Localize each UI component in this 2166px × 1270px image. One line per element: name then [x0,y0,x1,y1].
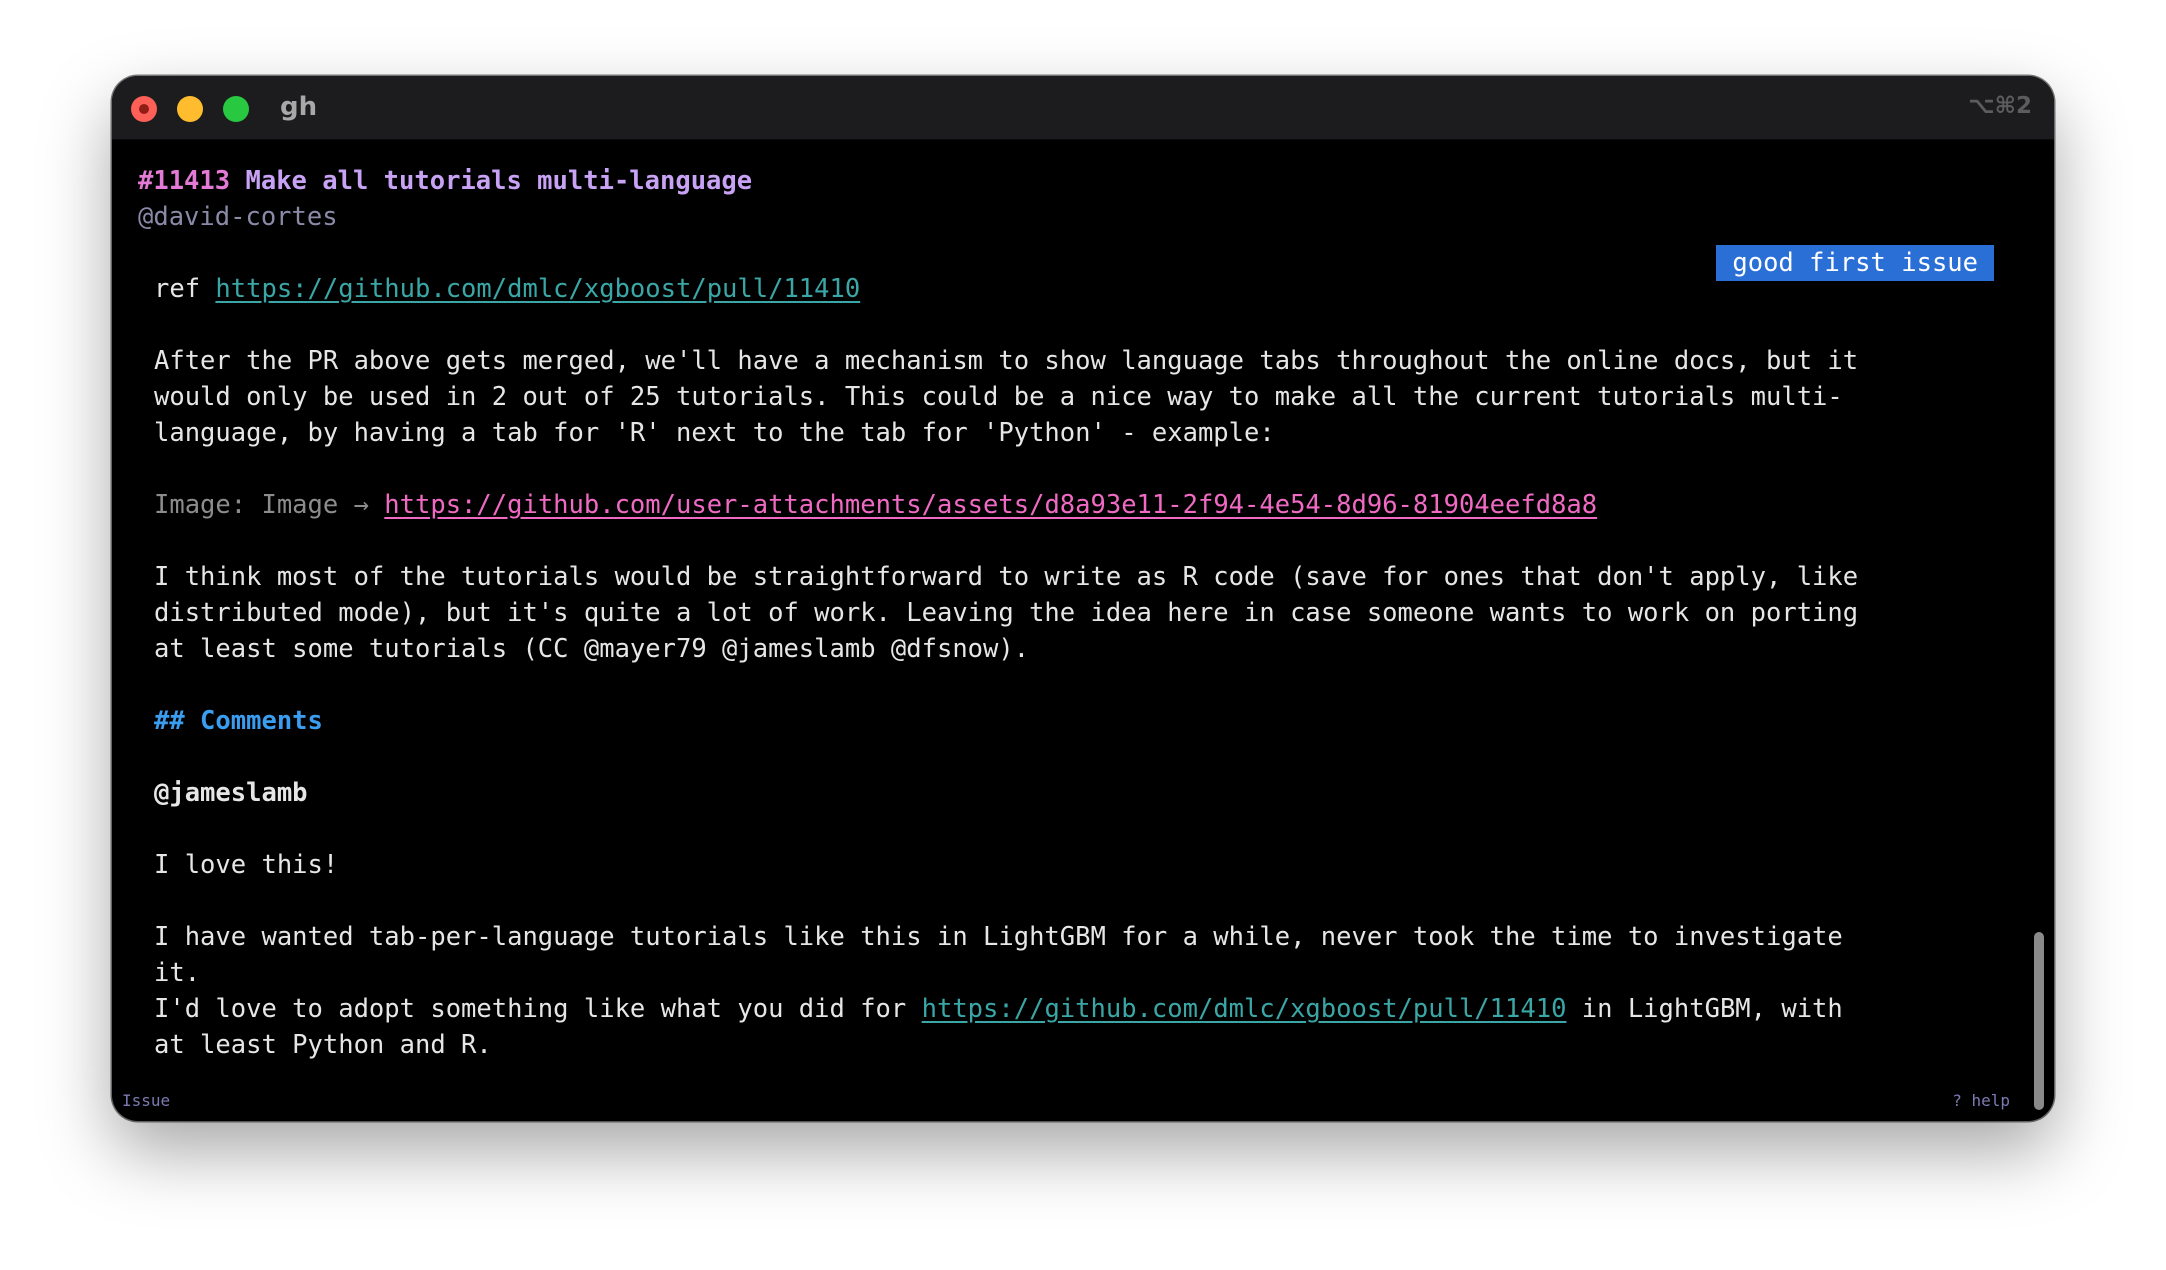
body-paragraph-1-line-2: would only be used in 2 out of 25 tutori… [154,382,1843,412]
comment-author[interactable]: @jameslamb [154,775,308,811]
title-bar: gh ⌥⌘2 [112,76,2054,140]
comment-link[interactable]: https://github.com/dmlc/xgboost/pull/114… [922,994,1567,1024]
body-paragraph-2-line-2: distributed mode), but it's quite a lot … [154,598,1859,628]
issue-view: #11413 Make all tutorials multi-language… [112,139,2054,1121]
ref-link[interactable]: https://github.com/dmlc/xgboost/pull/114… [215,274,860,304]
ref-prefix: ref [154,274,216,304]
window-shortcut: ⌥⌘2 [1968,93,2032,119]
comment-line-4: I'd love to adopt something like what yo… [154,991,1843,1027]
issue-title: Make all tutorials multi-language [245,166,753,196]
help-hint[interactable]: ? help [1952,1083,2010,1119]
issue-number: #11413 [138,166,231,196]
comments-heading: ## Comments [154,706,323,736]
image-link[interactable]: https://github.com/user-attachments/asse… [384,490,1597,520]
body-paragraph-1-line-3: language, by having a tab for 'R' next t… [154,418,1275,448]
issue-header: #11413 Make all tutorials multi-language [138,163,752,199]
minimize-button[interactable] [177,96,203,122]
window-title: gh [280,92,318,122]
body-paragraph-1-line-1: After the PR above gets merged, we'll ha… [154,346,1859,376]
comment-line-2: I have wanted tab-per-language tutorials… [154,922,1843,952]
comment-line-1: I love this! [154,850,339,880]
image-line: Image: Image → https://github.com/user-a… [154,487,1597,523]
image-prefix: Image: Image → [154,490,385,520]
comment-line-3: it. [154,958,201,988]
issue-author[interactable]: @david-cortes [138,199,338,235]
terminal-window: gh ⌥⌘2 #11413 Make all tutorials multi-l… [112,76,2054,1121]
scrollbar-thumb[interactable] [2034,932,2044,1110]
status-mode: Issue [122,1091,171,1110]
comment-line-4-prefix: I'd love to adopt something like what yo… [154,994,922,1024]
comment-line-5: at least Python and R. [154,1030,492,1060]
zoom-button[interactable] [223,96,249,122]
comment-line-4-suffix: in LightGBM, with [1566,994,1843,1024]
body-paragraph-2-line-3: at least some tutorials (CC @mayer79 @ja… [154,634,1030,664]
close-icon [139,104,149,114]
ref-line: ref https://github.com/dmlc/xgboost/pull… [154,271,860,307]
body-paragraph-2-line-1: I think most of the tutorials would be s… [154,562,1859,592]
close-button[interactable] [131,96,157,122]
issue-label-badge[interactable]: good first issue [1716,245,1994,281]
